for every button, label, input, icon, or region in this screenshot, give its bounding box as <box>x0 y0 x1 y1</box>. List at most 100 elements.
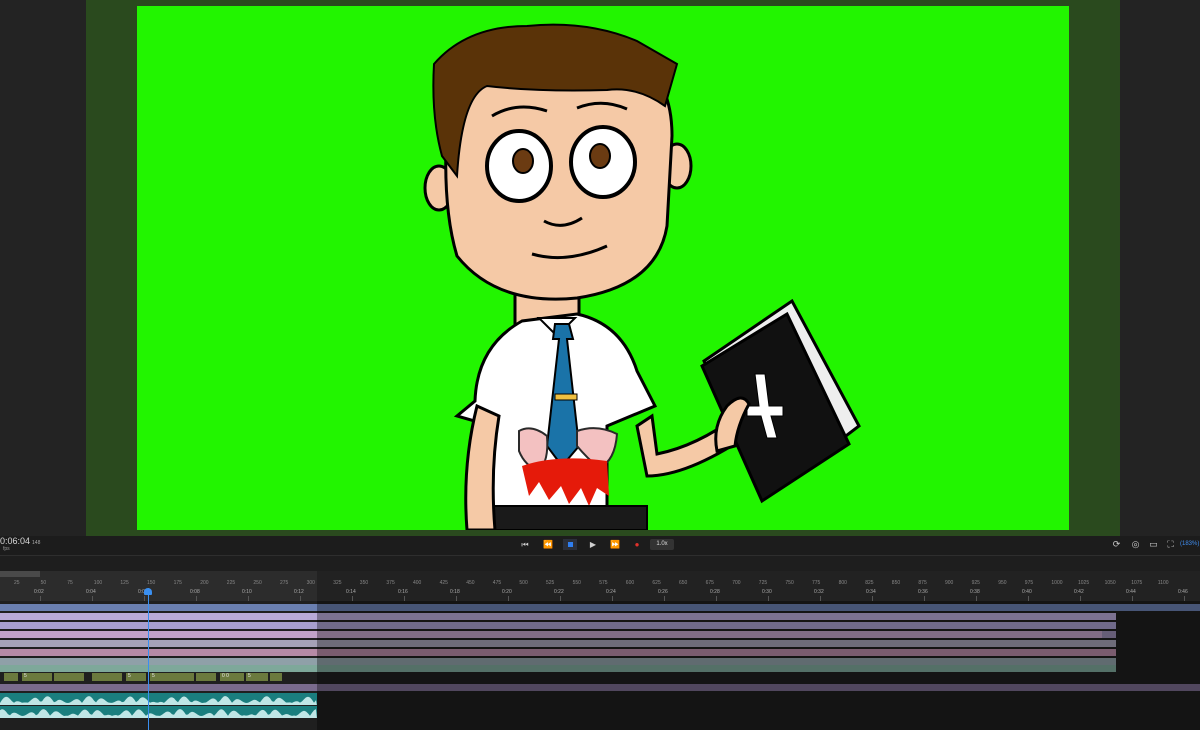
ruler-frame-label: 875 <box>918 580 927 586</box>
ruler-frame-label: 600 <box>625 580 635 586</box>
ruler-frame-label: 900 <box>945 580 954 586</box>
lip-sync-cell[interactable]: 5 <box>22 673 52 681</box>
out-of-range-shade <box>317 601 1200 730</box>
step-back-button[interactable]: ⏪ <box>541 539 555 550</box>
stop-button[interactable] <box>563 539 577 550</box>
ruler-frame-label: 550 <box>572 580 581 586</box>
ruler-frame-label: 100 <box>93 580 103 586</box>
ruler-frame-label: 825 <box>865 580 874 586</box>
ruler-time-label: 0:24 <box>606 589 616 595</box>
playhead-handle[interactable] <box>144 588 152 595</box>
timeline-tracks[interactable]: 5 5 5 0 0 5 <box>0 601 1200 730</box>
ruler-time-label: 0:16 <box>398 589 408 595</box>
lip-sync-cell[interactable] <box>92 673 122 681</box>
ruler-frame-label: 175 <box>173 580 182 586</box>
lip-sync-cell[interactable] <box>270 673 282 681</box>
ruler-frame-label: 200 <box>200 580 209 586</box>
step-forward-button[interactable]: ⏩ <box>608 539 622 550</box>
transport-bar <box>0 536 1200 556</box>
ruler-frame-label: 400 <box>413 580 422 586</box>
fit-view-button[interactable]: ⛶ <box>1164 538 1177 551</box>
ruler-frame-label: 250 <box>253 580 262 586</box>
cell-label: 5 <box>24 673 27 679</box>
record-icon: ● <box>634 540 640 549</box>
waveform-graphic <box>0 696 317 705</box>
waveform-graphic <box>0 709 317 718</box>
skip-to-start-button[interactable]: ⏮ <box>518 539 532 550</box>
fps-label: fps <box>3 546 10 552</box>
zoom-level: (183%) <box>1180 541 1200 547</box>
ruler-frame-label: 325 <box>333 580 342 586</box>
lip-sync-track[interactable]: 5 5 5 0 0 5 <box>0 672 317 682</box>
ruler-frame-label: 725 <box>758 580 768 586</box>
fit-view-icon: ⛶ <box>1167 539 1174 549</box>
ruler-time-label: 0:34 <box>866 589 876 595</box>
ruler-frame-label: 425 <box>439 580 448 586</box>
ruler-time-label: 0:22 <box>554 589 564 595</box>
ruler-frame-label: 375 <box>386 580 395 586</box>
preview-button[interactable]: ▭ <box>1147 538 1160 551</box>
ruler-frame-label: 775 <box>812 580 821 586</box>
onion-skin-button[interactable]: ◎ <box>1129 538 1142 551</box>
ruler-time-label: 0:38 <box>970 589 980 595</box>
lip-sync-cell[interactable] <box>4 673 18 681</box>
stop-icon <box>567 542 573 547</box>
step-forward-icon: ⏩ <box>610 540 620 549</box>
ruler-frame-label: 1000 <box>1051 580 1063 586</box>
cartoon-character <box>423 23 861 530</box>
ruler-frame-label: 500 <box>519 580 528 586</box>
ruler-time-label: 0:20 <box>502 589 512 595</box>
step-back-icon: ⏪ <box>543 540 553 549</box>
ruler-frame-label: 800 <box>838 580 847 586</box>
ruler-frame-label: 750 <box>785 580 794 586</box>
playback-speed-select[interactable]: 1.0x <box>650 539 674 550</box>
visible-range <box>0 571 317 601</box>
lip-sync-cell[interactable]: 5 <box>126 673 146 681</box>
waveform-path <box>0 709 317 718</box>
lip-sync-cell[interactable]: 0 0 <box>220 673 244 681</box>
ruler-frame-label: 575 <box>599 580 608 586</box>
loop-button[interactable]: ⟳ <box>1110 538 1123 551</box>
ruler-frame-label: 975 <box>1024 580 1034 586</box>
ruler-frame-label: 75 <box>67 580 73 586</box>
playhead-line[interactable] <box>148 588 149 730</box>
lip-sync-cell[interactable] <box>196 673 216 681</box>
ruler-frame-label: 850 <box>891 580 901 586</box>
ruler-time-label: 0:46 <box>1178 589 1188 595</box>
bible-book <box>700 298 861 504</box>
ruler-time-label: 0:14 <box>346 589 356 595</box>
ruler-time-label: 0:26 <box>658 589 668 595</box>
lip-sync-cell[interactable]: 5 <box>246 673 268 681</box>
lip-sync-cell[interactable]: 5 <box>150 673 194 681</box>
ruler-frame-label: 300 <box>306 580 315 586</box>
ruler-frame-label: 1050 <box>1104 580 1116 586</box>
onion-skin-icon: ◎ <box>1131 539 1140 549</box>
scene-canvas[interactable] <box>137 6 1069 530</box>
timeline-ruler[interactable]: 25 50 75 100 125 150 175 200 225 250 275 300 325 350 3… <box>0 571 1200 601</box>
ruler-frame-label: 650 <box>679 580 688 586</box>
ruler-time-label: 0:12 <box>294 589 304 595</box>
ruler-frame-label: 950 <box>998 580 1007 586</box>
ruler-frame-label: 700 <box>732 580 741 586</box>
play-icon: ▶ <box>589 540 597 549</box>
ruler-frame-label: 225 <box>226 580 236 586</box>
ruler-time-label: 0:40 <box>1022 589 1032 595</box>
audio-waveform[interactable] <box>0 693 317 705</box>
lip-sync-cell[interactable] <box>54 673 84 681</box>
audio-waveform[interactable] <box>0 706 317 718</box>
ruler-time-label: 0:10 <box>242 589 252 595</box>
timeline-scroll-thumb[interactable] <box>0 571 40 577</box>
ruler-frame-label: 675 <box>705 580 714 586</box>
ruler-frame-label: 275 <box>280 580 289 586</box>
ruler-frame-label: 350 <box>359 580 369 586</box>
ruler-time-label: 0:42 <box>1074 589 1084 595</box>
ruler-frame-label: 475 <box>492 580 502 586</box>
play-button[interactable]: ▶ <box>586 539 600 550</box>
preview-icon: ▭ <box>1149 539 1158 549</box>
timecode-frames: 148 <box>32 540 41 546</box>
loop-icon: ⟳ <box>1112 539 1121 549</box>
record-button[interactable]: ● <box>630 539 644 550</box>
ruler-frame-label: 625 <box>652 580 661 586</box>
ruler-frame-label: 25 <box>14 580 20 586</box>
ruler-time-label: 0:30 <box>762 589 772 595</box>
